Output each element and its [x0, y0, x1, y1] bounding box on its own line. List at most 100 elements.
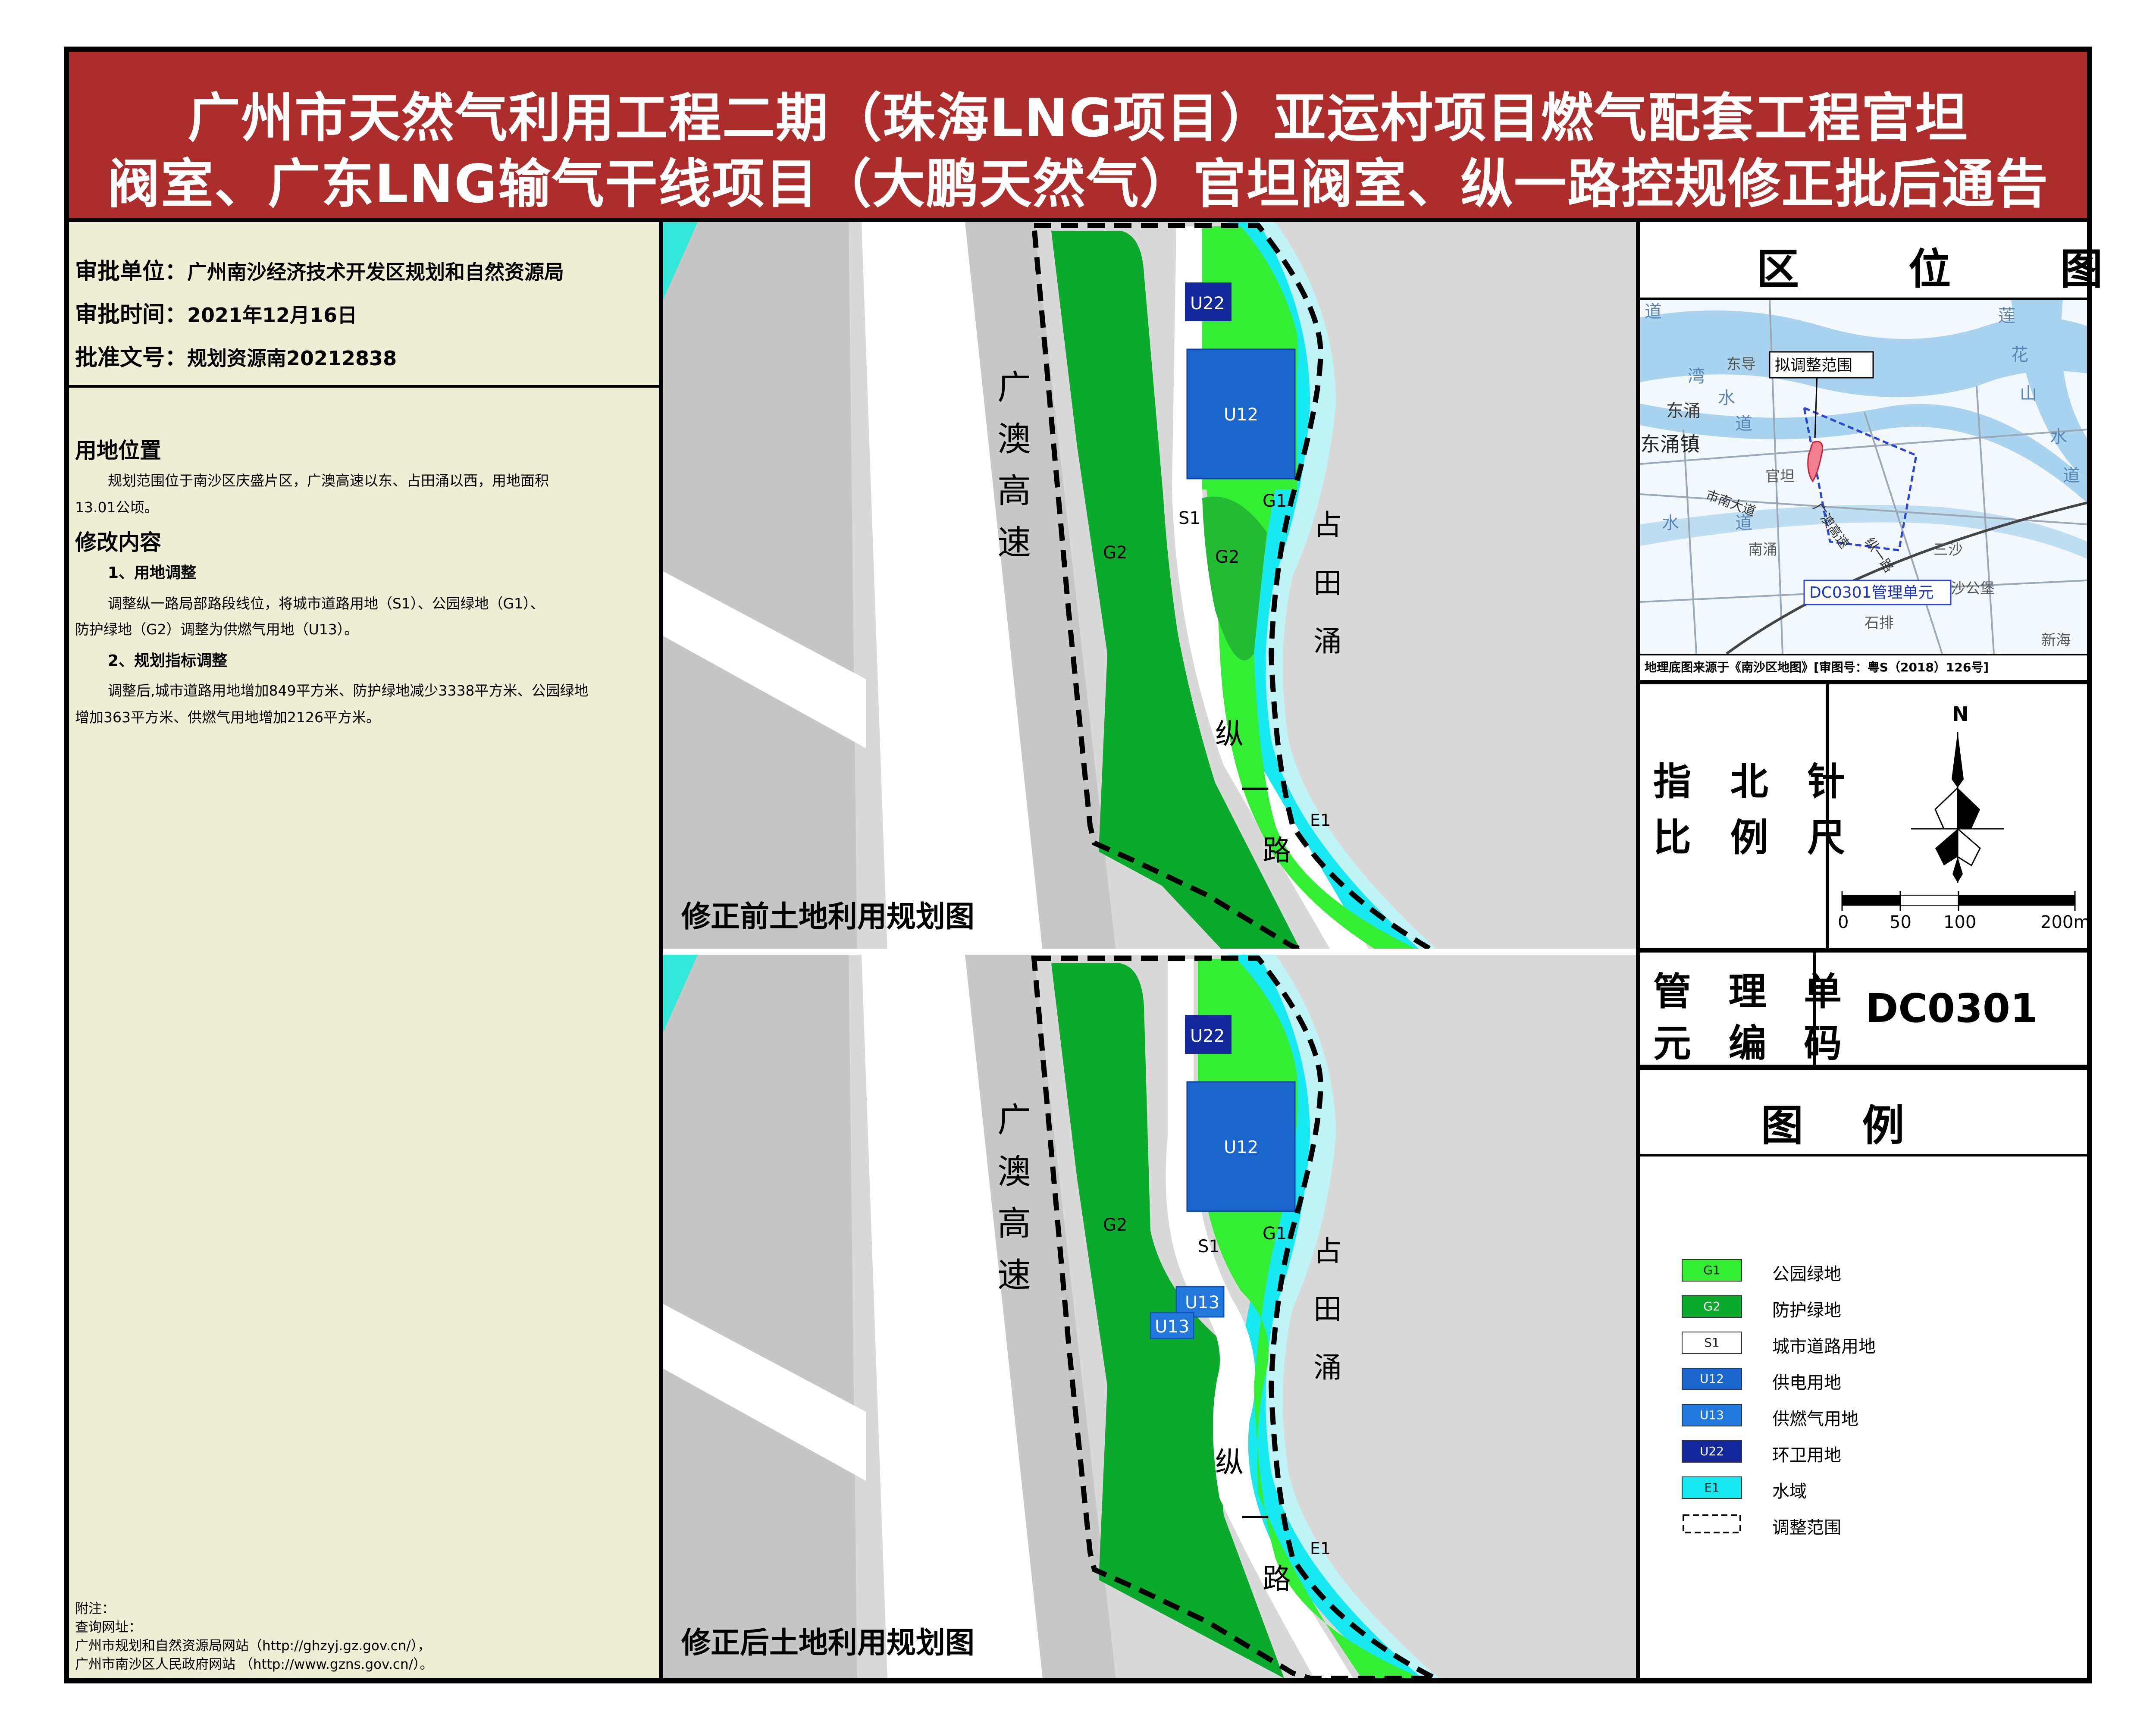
code-u22-after: U22 [1190, 1026, 1225, 1046]
after-map-label: 修正后土地利用规划图 [681, 1626, 975, 1660]
legend-label: 水域 [1772, 1482, 1807, 1501]
sub2-text-1: 调整后,城市道路用地增加849平方米、防护绿地减少3338平方米、公园绿地 [108, 682, 589, 699]
code-u12-after: U12 [1224, 1138, 1258, 1157]
compass-scale-box: 指 北 针 比 例 尺 N 0 50 100 200m [1640, 684, 2087, 948]
legend-swatch: G1 [1682, 1259, 1742, 1282]
water-char-11: 道 [2063, 466, 2080, 486]
divider [1640, 1065, 2087, 1070]
legend-swatch: U13 [1682, 1404, 1742, 1426]
before-map-label: 修正前土地利用规划图 [681, 900, 975, 934]
scale-label: 比 例 尺 [1653, 815, 1858, 860]
sub1-heading: 1、用地调整 [108, 564, 197, 582]
title-line-2: 阀室、广东LNG输气干线项目（大鹏天然气）官坦阀室、纵一路控规修正批后通告 [107, 154, 2049, 215]
sub2-heading: 2、规划指标调整 [108, 652, 228, 670]
code-g2: G2 [1103, 543, 1127, 563]
code-u13-2: U13 [1155, 1317, 1189, 1337]
note-line-3: 广州市规划和自然资源局网站（http://ghzyj.gz.gov.cn/）， [75, 1638, 431, 1654]
after-map-panel: 广 澳 高 速 占 田 涌 纵 一 路 G2 S1 G1 U22 U12 U13… [663, 955, 1636, 1678]
right-panel-separator [1636, 222, 1640, 1678]
unit-code-value: DC0301 [1865, 985, 2038, 1031]
approval-unit-value: 广州南沙经济技术开发区规划和自然资源局 [187, 260, 564, 284]
place-dongchong-town: 东涌镇 [1640, 432, 1700, 456]
legend-swatch [1682, 1513, 1742, 1535]
callout-text: 拟调整范围 [1775, 357, 1852, 374]
creek-char-2: 田 [1313, 567, 1342, 600]
approval-time-row: 审批时间：2021年12月16日 [75, 296, 357, 329]
creek-char-1: 占 [1313, 508, 1342, 542]
north-letter: N [1952, 702, 1969, 726]
water-char-5: 水 [1662, 513, 1679, 533]
legend-swatch: S1 [1682, 1332, 1742, 1354]
highway-char-4: 速 [997, 523, 1031, 562]
code-s1: S1 [1178, 508, 1200, 528]
note-line-4: 广州市南沙区人民政府网站 （http://www.gzns.gov.cn/）。 [75, 1657, 433, 1672]
code-g2-after: G2 [1103, 1215, 1127, 1235]
changes-heading: 修改内容 [75, 530, 161, 555]
unit-code-box: 管 理 单 元 编 码 DC0301 [1640, 953, 2087, 1066]
approval-time-label: 审批时间： [75, 302, 188, 328]
legend-label: 供燃气用地 [1772, 1409, 1858, 1429]
highway-char-3: 高 [997, 472, 1031, 511]
legend-swatch: U22 [1682, 1440, 1742, 1463]
place-sansha: 三沙 [1934, 541, 1963, 558]
scale-bar [1841, 891, 2076, 911]
approval-time-value: 2021年12月16日 [187, 304, 357, 327]
place-dongdao: 东导 [1727, 356, 1756, 373]
note-line-1: 附注： [75, 1601, 115, 1617]
creek-char-1-after: 占 [1313, 1235, 1342, 1268]
water-char-3: 水 [1718, 388, 1735, 408]
legend-swatch: G2 [1682, 1295, 1742, 1318]
water-char-8: 花 [2011, 345, 2028, 365]
legend-title: 图 例 [1761, 1101, 1905, 1150]
divider [1640, 948, 2087, 953]
creek-char-3: 涌 [1313, 625, 1342, 658]
scale-tick-50: 50 [1890, 912, 1912, 932]
location-text-2: 13.01公顷。 [75, 499, 159, 516]
place-shagongbao: 沙公堡 [1951, 580, 1995, 597]
scale-tick-0: 0 [1838, 912, 1849, 932]
unit-callout-text: DC0301管理单元 [1809, 584, 1934, 602]
creek-char-2-after: 田 [1313, 1293, 1342, 1326]
code-e1-after: E1 [1310, 1539, 1331, 1558]
place-shipai: 石排 [1865, 614, 1894, 632]
after-map-svg: 广 澳 高 速 占 田 涌 纵 一 路 G2 S1 G1 U22 U12 U13… [663, 955, 1636, 1678]
legend-label: 调整范围 [1772, 1518, 1841, 1538]
creek-char-3-after: 涌 [1313, 1351, 1342, 1384]
road-char-3: 路 [1263, 834, 1291, 867]
legend-label: 城市道路用地 [1772, 1337, 1876, 1357]
compass-label: 指 北 针 [1653, 759, 1858, 804]
water-char-2: 湾 [1688, 367, 1705, 386]
scale-tick-200: 200m [2040, 912, 2087, 932]
scale-tick-100: 100 [1943, 912, 1976, 932]
highway-char-2: 澳 [997, 420, 1031, 459]
sub2-text-2: 增加363平方米、供燃气用地增加2126平方米。 [75, 709, 380, 726]
legend-swatch: U12 [1682, 1368, 1742, 1390]
legend-label: 公园绿地 [1772, 1264, 1841, 1284]
road-char-2: 一 [1241, 774, 1269, 807]
location-heading: 用地位置 [75, 438, 161, 463]
legend-label: 防护绿地 [1772, 1301, 1841, 1320]
note-line-2: 查询网址： [75, 1620, 142, 1635]
left-info-panel: 审批单位：广州南沙经济技术开发区规划和自然资源局 审批时间：2021年12月16… [69, 222, 663, 1678]
sub1-text-2: 防护绿地（G2）调整为供燃气用地（U13）。 [75, 621, 359, 638]
code-e1: E1 [1310, 811, 1331, 830]
approval-unit-label: 审批单位： [75, 259, 188, 285]
code-g1-after: G1 [1263, 1224, 1287, 1244]
road-char-1: 纵 [1215, 718, 1244, 751]
highway-char-2-after: 澳 [997, 1153, 1031, 1191]
highway-char-1: 广 [997, 368, 1031, 407]
water-char-4: 道 [1735, 414, 1752, 434]
water-char-9: 山 [2020, 384, 2037, 404]
road-char-1-after: 纵 [1215, 1446, 1244, 1479]
code-u12: U12 [1224, 405, 1258, 425]
map-divider [663, 949, 1636, 955]
highway-char-3-after: 高 [997, 1204, 1031, 1243]
legend-label: 供电用地 [1772, 1373, 1841, 1393]
location-map-box: 区 位 图 东涌 东涌镇 东导 官坦 南涌 三沙 沙公堡 石排 新海 市南大道 … [1640, 222, 2103, 680]
approval-doc-value: 规划资源南20212838 [187, 347, 397, 370]
code-s1-after: S1 [1198, 1237, 1220, 1257]
code-g2-inner: G2 [1215, 547, 1239, 567]
place-dongchong: 东涌 [1666, 401, 1701, 421]
legend-label: 环卫用地 [1772, 1445, 1841, 1465]
approval-unit-row: 审批单位：广州南沙经济技术开发区规划和自然资源局 [75, 253, 564, 285]
